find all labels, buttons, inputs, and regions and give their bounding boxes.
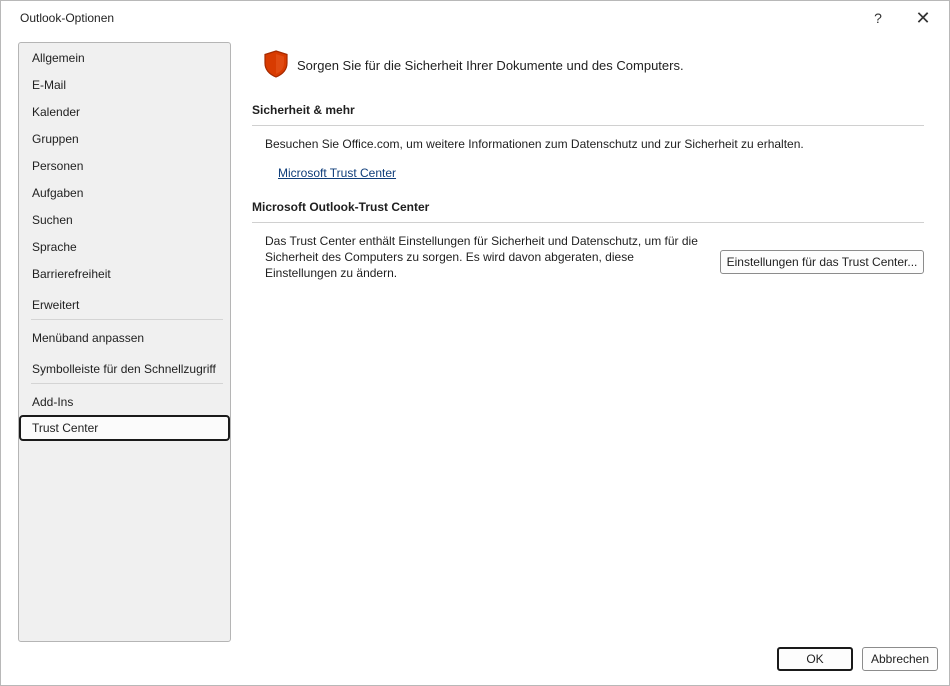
hero-text: Sorgen Sie für die Sicherheit Ihrer Doku…: [297, 58, 684, 73]
sidebar-item-barrierefreiheit[interactable]: Barrierefreiheit: [20, 262, 229, 286]
sidebar-item-erweitert[interactable]: Erweitert: [20, 293, 229, 317]
sidebar-item-schnellzugriff[interactable]: Symbolleiste für den Schnellzugriff: [20, 357, 229, 381]
shield-icon: [264, 50, 288, 78]
ok-button[interactable]: OK: [777, 647, 853, 671]
sidebar-separator: [31, 383, 223, 384]
close-button[interactable]: ✕: [909, 7, 937, 29]
microsoft-trust-center-link[interactable]: Microsoft Trust Center: [278, 166, 396, 180]
section-title-trust-center: Microsoft Outlook-Trust Center: [252, 200, 430, 214]
sidebar-nav: Allgemein E-Mail Kalender Gruppen Person…: [18, 42, 231, 642]
sidebar-item-trust-center[interactable]: Trust Center: [19, 415, 230, 441]
sidebar-item-kalender[interactable]: Kalender: [20, 100, 229, 124]
sidebar-item-allgemein[interactable]: Allgemein: [20, 46, 229, 70]
trust-center-settings-button[interactable]: Einstellungen für das Trust Center...: [720, 250, 924, 274]
sidebar-item-sprache[interactable]: Sprache: [20, 235, 229, 259]
sidebar-separator: [31, 319, 223, 320]
section-divider: [252, 125, 924, 126]
sidebar-item-gruppen[interactable]: Gruppen: [20, 127, 229, 151]
sidebar-item-suchen[interactable]: Suchen: [20, 208, 229, 232]
sidebar-item-aufgaben[interactable]: Aufgaben: [20, 181, 229, 205]
sidebar-item-email[interactable]: E-Mail: [20, 73, 229, 97]
sidebar-item-personen[interactable]: Personen: [20, 154, 229, 178]
trust-center-description: Das Trust Center enthält Einstellungen f…: [265, 234, 698, 280]
window-title: Outlook-Optionen: [20, 11, 115, 25]
help-button[interactable]: ?: [864, 7, 892, 29]
security-description: Besuchen Sie Office.com, um weitere Info…: [265, 137, 804, 151]
section-title-security: Sicherheit & mehr: [252, 103, 355, 117]
title-bar: Outlook-Optionen ? ✕: [1, 1, 949, 35]
sidebar-item-add-ins[interactable]: Add-Ins: [20, 390, 229, 414]
section-divider: [252, 222, 924, 223]
cancel-button[interactable]: Abbrechen: [862, 647, 938, 671]
sidebar-item-menueband-anpassen[interactable]: Menüband anpassen: [20, 326, 229, 350]
